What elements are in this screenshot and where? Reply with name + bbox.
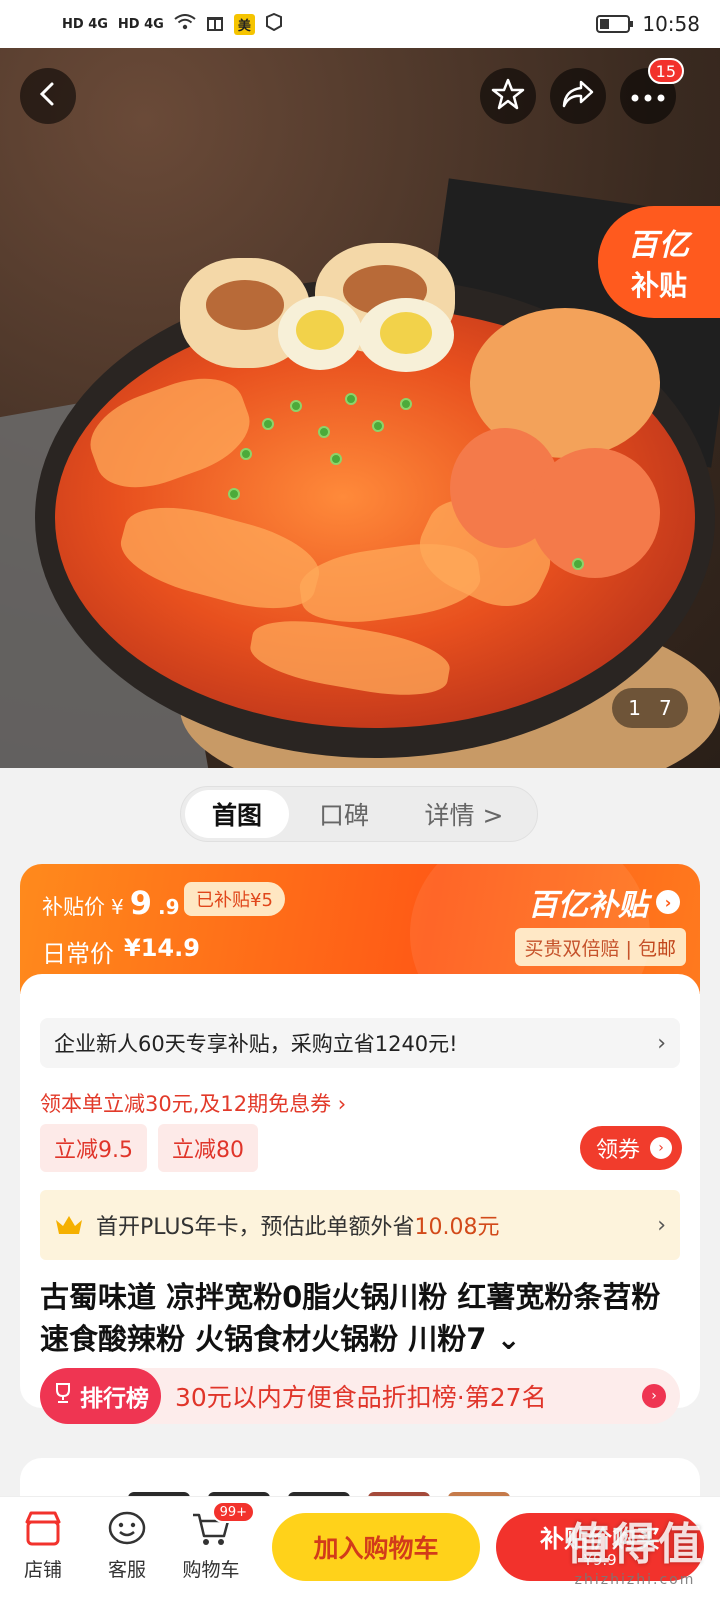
battery-icon [596, 15, 634, 33]
status-right: 10:58 [596, 12, 700, 36]
store-button[interactable]: 店铺 [8, 1507, 78, 1582]
chevron-right-icon: › [657, 1030, 666, 1056]
green-onion [290, 400, 302, 412]
discount-chip: 立减9.5 [40, 1124, 147, 1172]
trophy-icon [52, 1382, 74, 1410]
plus-membership-text: 首开PLUS年卡，预估此单额外省10.08元 [96, 1209, 499, 1241]
watermark-logo: 值得值 [566, 1519, 704, 1570]
green-onion [318, 426, 330, 438]
daily-price: 日常价 ¥14.9 [42, 934, 200, 969]
product-title[interactable]: 古蜀味道 凉拌宽粉0脂火锅川粉 红薯宽粉条苕粉速食酸辣粉 火锅食材火锅粉 川粉7… [40, 1276, 680, 1360]
star-icon [491, 77, 525, 115]
more-dots-icon [631, 87, 665, 106]
green-onion [572, 558, 584, 570]
enterprise-promo-text: 企业新人60天专享补贴，采购立省1240元! [54, 1032, 458, 1056]
watermark: 值得值 zhizhizhi.com [566, 1508, 704, 1588]
get-coupon-button[interactable]: 领券 › [579, 1126, 682, 1170]
store-icon [21, 1507, 65, 1551]
tab-reviews[interactable]: 口碑 [289, 790, 399, 838]
image-page-indicator: 1 7 [612, 688, 688, 728]
chevron-right-icon: › [656, 890, 680, 914]
green-onion [345, 393, 357, 405]
ranking-row[interactable]: 排行榜 30元以内方便食品折扣榜·第27名 › [40, 1368, 680, 1424]
cart-label: 购物车 [182, 1559, 240, 1581]
subsidy-price: 补贴价 ¥ 9 .9 [42, 884, 180, 922]
clock: 10:58 [642, 12, 700, 36]
get-coupon-label: 领券 [595, 1138, 640, 1163]
chevron-right-icon: › [650, 1137, 672, 1159]
enterprise-promo-row[interactable]: 企业新人60天专享补贴，采购立省1240元! › [40, 1018, 680, 1068]
customer-service-button[interactable]: 客服 [92, 1507, 162, 1582]
green-onion [330, 453, 342, 465]
section-tabs: 首图 口碑 详情 > [180, 786, 538, 842]
wifi-icon [174, 14, 196, 34]
cart-button[interactable]: 99+ 购物车 [176, 1501, 255, 1582]
subsidy-price-integer: 9 [129, 884, 152, 922]
more-button[interactable]: 15 [620, 58, 684, 124]
tab-main-image[interactable]: 首图 [185, 790, 289, 838]
back-arrow-icon [37, 81, 59, 111]
smiley-chat-icon [105, 1507, 149, 1551]
message-count-badge: 15 [647, 58, 684, 84]
green-onion [262, 418, 274, 430]
egg-yolk [380, 312, 432, 354]
green-onion [372, 420, 384, 432]
billion-subsidy-link[interactable]: 百亿补贴 › [528, 880, 680, 924]
sausage-slice [530, 448, 660, 578]
billion-subsidy-line2: 补贴 [630, 269, 687, 302]
daily-price-value: ¥14.9 [124, 934, 200, 962]
page-current: 1 [628, 696, 641, 720]
product-info-card: 企业新人60天专享补贴，采购立省1240元! › 领本单立减30元,及12期免息… [20, 974, 700, 1424]
page-total: 7 [659, 696, 672, 720]
green-onion [228, 488, 240, 500]
tab-details[interactable]: 详情 > [399, 790, 529, 838]
hand-icon [265, 12, 283, 35]
subsidy-amount-chip: 已补贴¥5 [184, 882, 285, 916]
chevron-right-icon: › [642, 1384, 666, 1408]
egg-yolk [296, 310, 344, 350]
crown-icon [54, 1214, 84, 1236]
ranking-tag-label: 排行榜 [80, 1386, 149, 1412]
guarantee-tag: 买贵双倍赔 | 包邮 [514, 928, 686, 966]
share-icon [561, 79, 595, 113]
share-button[interactable] [550, 68, 606, 124]
network-indicator-2: HD 4G [117, 16, 164, 32]
green-onion [400, 398, 412, 410]
chevron-right-icon: › [657, 1212, 666, 1238]
add-to-cart-button[interactable]: 加入购物车 [272, 1513, 480, 1581]
cart-count-badge: 99+ [211, 1501, 255, 1523]
app-badge: 美 [233, 13, 255, 35]
daily-price-label: 日常价 [42, 940, 114, 968]
customer-service-label: 客服 [107, 1559, 146, 1581]
green-onion [240, 448, 252, 460]
subsidy-price-label: 补贴价 [42, 895, 105, 919]
plus-membership-row[interactable]: 首开PLUS年卡，预估此单额外省10.08元 › [40, 1190, 680, 1260]
currency-symbol: ¥ [111, 895, 124, 919]
cart-icon: 99+ [189, 1501, 255, 1551]
gift-icon [206, 13, 224, 35]
status-left: HD 4G HD 4G 美 [62, 12, 283, 35]
network-indicator-1: HD 4G [62, 16, 108, 32]
coupon-promo-link[interactable]: 领本单立减30元,及12期免息券 › [40, 1088, 346, 1118]
back-button[interactable] [20, 68, 76, 124]
discount-chip: 立减80 [158, 1124, 258, 1172]
store-label: 店铺 [23, 1559, 62, 1581]
favorite-button[interactable] [480, 68, 536, 124]
ranking-text: 30元以内方便食品折扣榜·第27名 [175, 1383, 547, 1412]
billion-subsidy-line1: 百亿 [628, 228, 690, 263]
product-image-carousel[interactable]: 15 百亿 补贴 1 7 [0, 48, 720, 768]
watermark-url: zhizhizhi.com [574, 1572, 696, 1588]
billion-subsidy-badge[interactable]: 百亿 补贴 [598, 206, 720, 318]
status-bar: HD 4G HD 4G 美 10:58 [0, 0, 720, 48]
section-tabs-area: 首图 口碑 详情 > [0, 768, 720, 864]
billion-subsidy-title: 百亿补贴 [528, 888, 648, 923]
plus-prefix: 首开PLUS年卡，预估此单额外省 [96, 1215, 415, 1240]
ranking-tag: 排行榜 [40, 1368, 161, 1424]
plus-saving-amount: 10.08元 [414, 1215, 500, 1240]
subsidy-price-decimal: .9 [158, 895, 180, 919]
